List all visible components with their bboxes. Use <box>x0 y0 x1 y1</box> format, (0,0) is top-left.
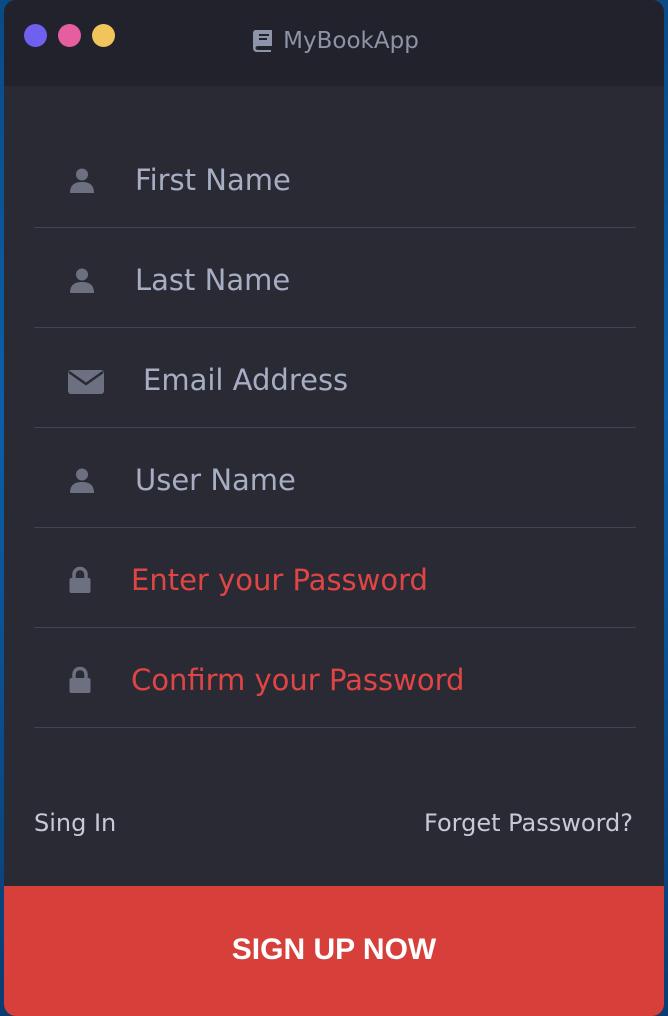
confirm-password-field[interactable]: Confirm your Password <box>34 628 636 728</box>
title-bar: MyBookApp <box>4 0 664 86</box>
password-field[interactable]: Enter your Password <box>34 528 636 628</box>
book-icon <box>253 29 273 52</box>
last-name-field[interactable]: Last Name <box>34 228 636 328</box>
first-name-field[interactable]: First Name <box>34 128 636 228</box>
user-name-field[interactable]: User Name <box>34 428 636 528</box>
sign-in-link[interactable]: Sing In <box>34 808 116 838</box>
app-window: MyBookApp First Name Last Name Email Add… <box>4 0 664 1016</box>
sign-up-button[interactable]: SIGN UP NOW <box>4 886 664 1016</box>
email-field[interactable]: Email Address <box>34 328 636 428</box>
forget-password-link[interactable]: Forget Password? <box>424 808 633 838</box>
app-title-text: MyBookApp <box>283 28 419 54</box>
window-title: MyBookApp <box>4 26 664 56</box>
